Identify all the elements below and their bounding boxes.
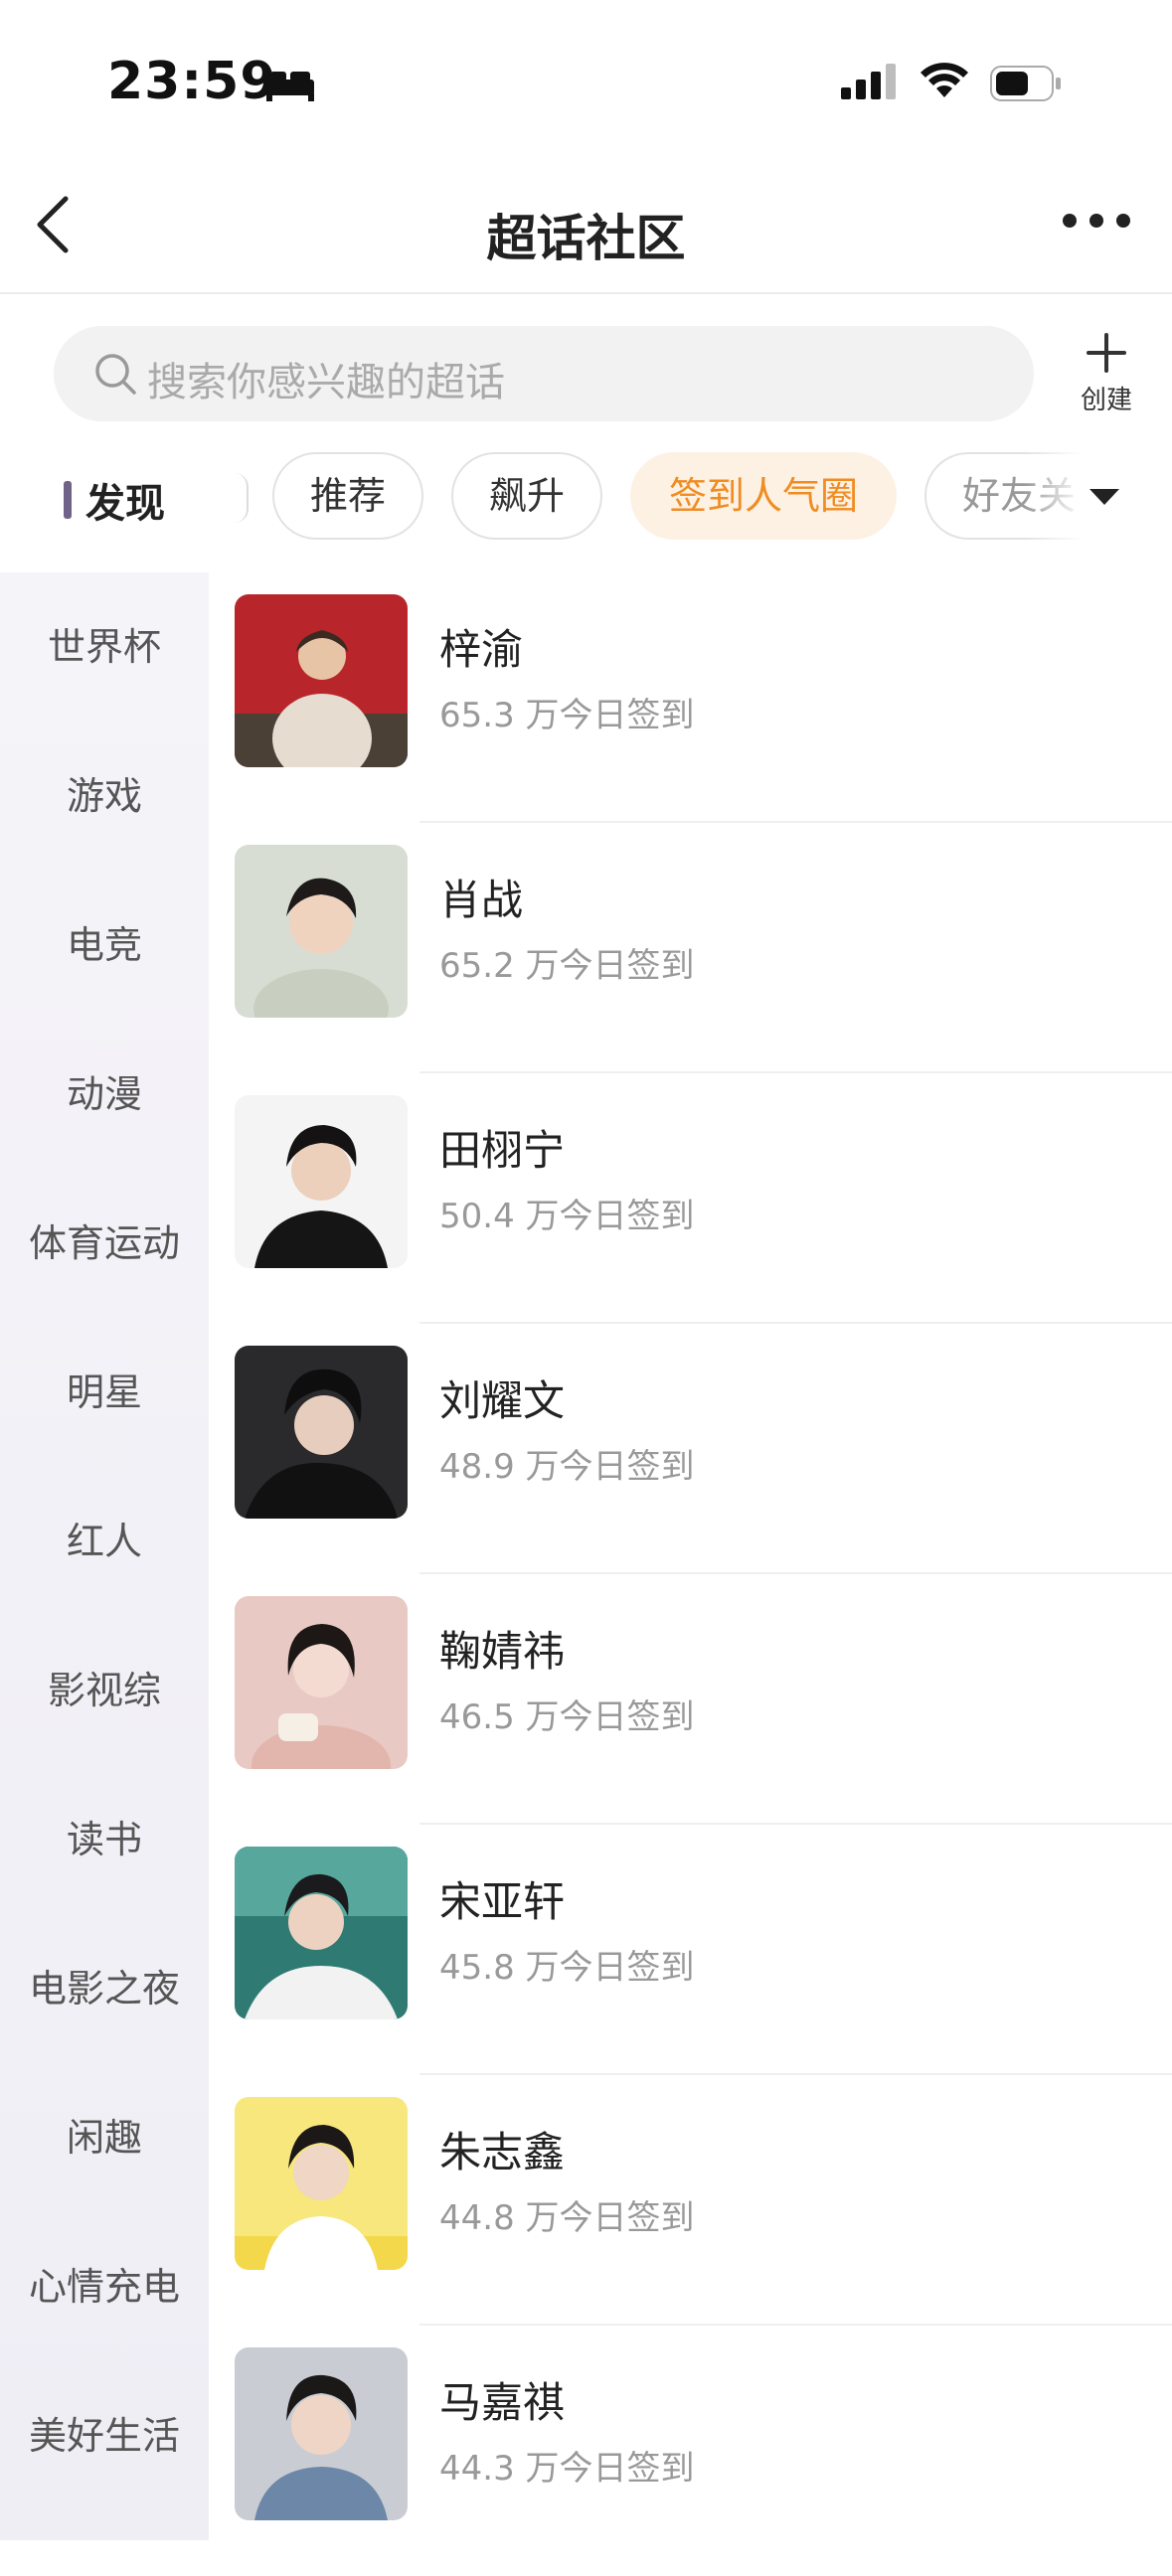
wifi-icon [921, 63, 968, 97]
avatar [235, 2097, 408, 2270]
checkin-count: 65.2 万今日签到 [439, 946, 695, 986]
sidebar-item[interactable]: 电竞 [0, 914, 209, 969]
community-name: 鞠婧祎 [439, 1627, 566, 1676]
status-time: 23:59 [107, 52, 277, 111]
category-sidebar: 世界杯 游戏 电竞 动漫 体育运动 明星 红人 影视综 读书 电影之夜 闲趣 心… [0, 572, 209, 2540]
more-options-icon[interactable] [1062, 213, 1131, 229]
avatar [235, 1346, 408, 1519]
sidebar-item[interactable]: 游戏 [0, 765, 209, 820]
list-item[interactable]: 宋亚轩 45.8 万今日签到 [209, 1825, 1172, 2075]
checkin-count: 44.3 万今日签到 [439, 2449, 695, 2489]
checkin-count: 45.8 万今日签到 [439, 1948, 695, 1988]
tab-recommend[interactable]: 推荐 [272, 452, 423, 540]
list-item[interactable]: 马嘉祺 44.3 万今日签到 [209, 2326, 1172, 2576]
sidebar-item[interactable]: 读书 [0, 1809, 209, 1863]
search-input[interactable]: 搜索你感兴趣的超话 [54, 326, 1034, 421]
sleep-focus-icon [266, 72, 314, 101]
list-item[interactable]: 肖战 65.2 万今日签到 [209, 823, 1172, 1073]
checkin-count: 65.3 万今日签到 [439, 696, 695, 735]
sidebar-item[interactable]: 红人 [0, 1511, 209, 1565]
checkin-count: 44.8 万今日签到 [439, 2198, 695, 2238]
list-item[interactable]: 梓渝 65.3 万今日签到 [209, 572, 1172, 823]
community-name: 梓渝 [439, 625, 524, 674]
community-name: 马嘉祺 [439, 2378, 566, 2427]
plus-icon [1087, 333, 1126, 373]
tab-discover[interactable]: 发现 [14, 427, 223, 572]
list-item[interactable]: 朱志鑫 44.8 万今日签到 [209, 2075, 1172, 2326]
sidebar-item[interactable]: 闲趣 [0, 2107, 209, 2162]
nav-bar: 超话社区 [0, 159, 1172, 294]
page-title: 超话社区 [486, 210, 686, 267]
avatar [235, 1095, 408, 1268]
list-item[interactable]: 田栩宁 50.4 万今日签到 [209, 1073, 1172, 1324]
checkin-count: 50.4 万今日签到 [439, 1197, 695, 1236]
sidebar-item[interactable]: 电影之夜 [0, 1958, 209, 2012]
create-label: 创建 [1080, 386, 1132, 415]
community-name: 田栩宁 [439, 1126, 566, 1175]
sidebar-item[interactable]: 体育运动 [0, 1212, 209, 1267]
search-icon [95, 354, 136, 395]
tab-checkin-popularity[interactable]: 签到人气圈 [630, 452, 897, 540]
community-name: 刘耀文 [439, 1376, 566, 1425]
status-bar: 23:59 [0, 0, 1172, 159]
search-placeholder: 搜索你感兴趣的超话 [147, 360, 505, 405]
tab-discover-label: 发现 [85, 481, 165, 527]
sidebar-item[interactable]: 美好生活 [0, 2405, 209, 2460]
create-button[interactable]: 创建 [1074, 332, 1139, 416]
community-name: 宋亚轩 [439, 1877, 566, 1926]
community-name: 肖战 [439, 876, 524, 924]
chevron-down-icon[interactable] [1086, 485, 1123, 509]
avatar [235, 2347, 408, 2520]
checkin-count: 48.9 万今日签到 [439, 1447, 695, 1487]
cellular-signal-icon [841, 64, 896, 99]
avatar [235, 1847, 408, 2019]
sidebar-item[interactable]: 影视综 [0, 1660, 209, 1714]
sidebar-item[interactable]: 明星 [0, 1362, 209, 1416]
avatar [235, 1596, 408, 1769]
tab-rising[interactable]: 飙升 [451, 452, 602, 540]
avatar [235, 594, 408, 767]
community-name: 朱志鑫 [439, 2128, 566, 2176]
tab-scroll-edge [235, 473, 249, 523]
sidebar-item[interactable]: 动漫 [0, 1063, 209, 1118]
list-item[interactable]: 刘耀文 48.9 万今日签到 [209, 1324, 1172, 1574]
checkin-count: 46.5 万今日签到 [439, 1697, 695, 1737]
list-item[interactable]: 鞠婧祎 46.5 万今日签到 [209, 1574, 1172, 1825]
active-indicator [64, 481, 72, 519]
sidebar-item[interactable]: 世界杯 [0, 616, 209, 671]
battery-icon [990, 66, 1061, 101]
avatar [235, 845, 408, 1018]
sidebar-item[interactable]: 心情充电 [0, 2256, 209, 2311]
